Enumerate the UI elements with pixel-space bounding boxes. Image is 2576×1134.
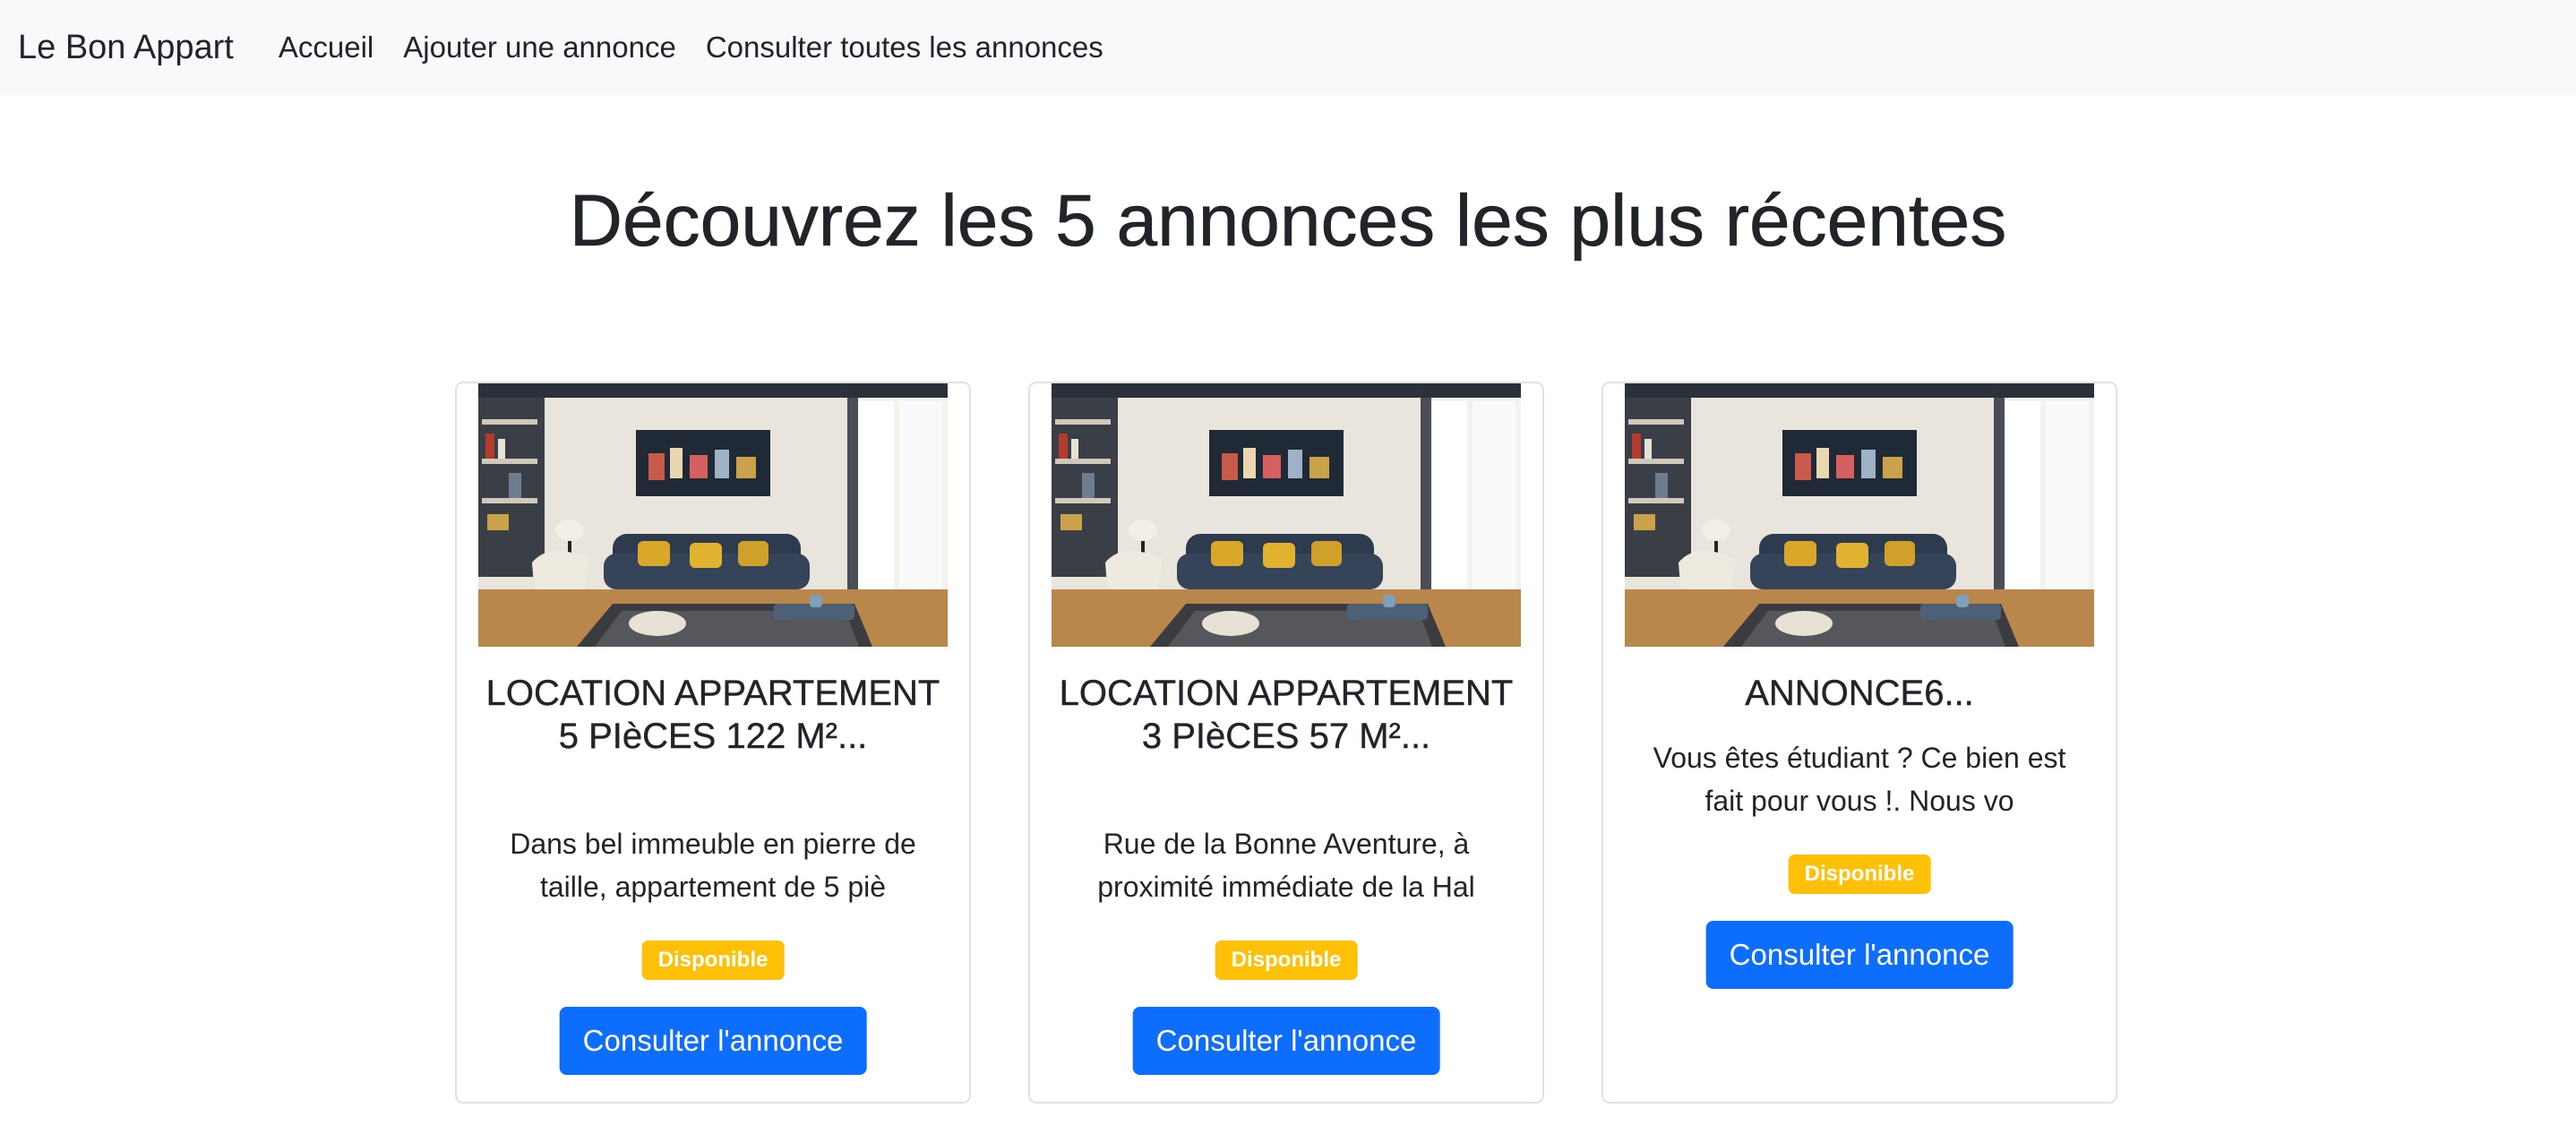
listing-title: LOCATION APPARTEMENT 3 PIèCES 57 M²... (1059, 674, 1514, 756)
status-badge: Disponible (1215, 941, 1358, 980)
nav-link-consulter-annonces[interactable]: Consulter toutes les annonces (706, 30, 1103, 64)
listing-description: Dans bel immeuble en pierre de taille, a… (510, 828, 916, 903)
listing-title: ANNONCE6... (1745, 674, 1974, 713)
listing-photo (1052, 383, 1521, 647)
listing-card: ANNONCE6... Vous êtes étudiant ? Ce bien… (1601, 382, 2117, 1104)
listing-title: LOCATION APPARTEMENT 5 PIèCES 122 M²... (485, 674, 940, 756)
listing-card: LOCATION APPARTEMENT 5 PIèCES 122 M²... … (455, 382, 971, 1104)
status-badge: Disponible (1788, 855, 1931, 894)
listing-description: Rue de la Bonne Aventure, à proximité im… (1097, 828, 1475, 903)
listing-photo (1625, 383, 2094, 647)
status-badge: Disponible (641, 941, 785, 980)
listing-description: Vous êtes étudiant ? Ce bien est fait po… (1653, 742, 2066, 817)
nav-link-accueil[interactable]: Accueil (279, 30, 374, 64)
listing-card: LOCATION APPARTEMENT 3 PIèCES 57 M²... R… (1028, 382, 1544, 1104)
consult-listing-button[interactable]: Consulter l'annonce (559, 1007, 867, 1075)
page-title: Découvrez les 5 annonces les plus récent… (569, 180, 2007, 262)
navbar: Le Bon Appart Accueil Ajouter une annonc… (0, 0, 2576, 95)
navbar-brand[interactable]: Le Bon Appart (18, 29, 234, 67)
consult-listing-button[interactable]: Consulter l'annonce (1705, 921, 2014, 989)
consult-listing-button[interactable]: Consulter l'annonce (1132, 1007, 1440, 1075)
nav-link-ajouter-annonce[interactable]: Ajouter une annonce (403, 30, 676, 64)
listing-photo (478, 383, 948, 647)
